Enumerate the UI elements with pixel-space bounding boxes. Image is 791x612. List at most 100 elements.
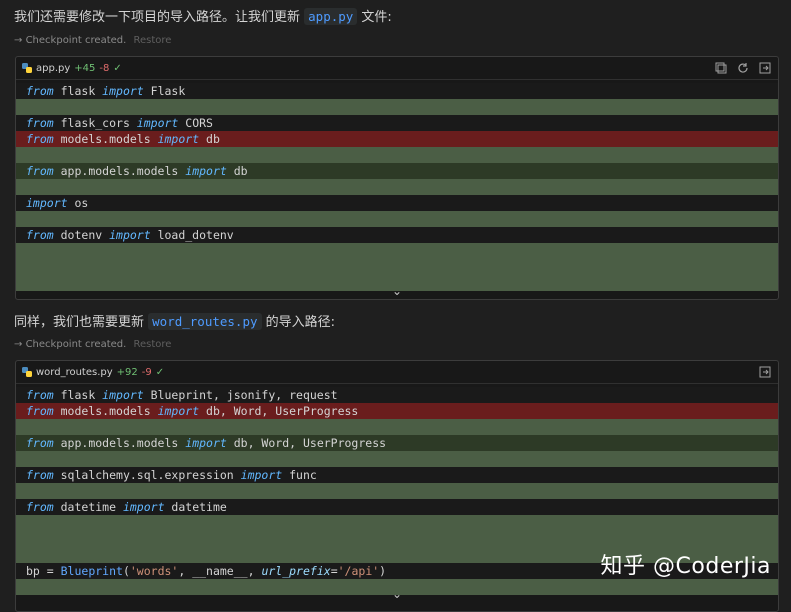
diff-line-plain: import os xyxy=(16,195,778,211)
inline-code-app-py[interactable]: app.py xyxy=(304,8,358,25)
diff-line-mod: from app.models.models import db xyxy=(16,163,778,179)
code-token: db, Word, UserProgress xyxy=(226,436,387,450)
inline-code-word-routes-py[interactable]: word_routes.py xyxy=(148,313,262,330)
code-keyword: import xyxy=(185,164,227,178)
diff-line-add xyxy=(16,483,778,499)
message-text: 我们还需要修改一下项目的导入路径。让我们更新 xyxy=(14,10,305,25)
code-keyword: import xyxy=(136,116,179,130)
panel-toolbar xyxy=(758,365,772,379)
restore-link[interactable]: Restore xyxy=(133,35,171,46)
code-token: sqlalchemy.sql.expression xyxy=(53,468,241,482)
check-icon: ✓ xyxy=(113,62,122,74)
arrow-right-icon: → xyxy=(14,35,23,46)
code-token: = xyxy=(330,564,338,578)
code-token: ) xyxy=(379,564,387,578)
added-count: +92 xyxy=(116,366,138,378)
apply-icon[interactable] xyxy=(758,61,772,75)
code-keyword: import xyxy=(185,436,227,450)
code-keyword: from xyxy=(26,500,54,514)
diff-line-add xyxy=(16,243,778,259)
diff-code: from flask import Flask from flask_cors i… xyxy=(16,83,778,291)
diff-panel-header: app.py +45 -8 ✓ xyxy=(16,57,778,80)
code-keyword: import xyxy=(102,388,144,402)
diff-line-add xyxy=(16,531,778,547)
checkpoint-2: → Checkpoint created. Restore xyxy=(14,339,171,350)
code-token: CORS xyxy=(178,116,213,130)
removed-count: -9 xyxy=(141,366,152,378)
restore-link[interactable]: Restore xyxy=(133,339,171,350)
code-token: models.models xyxy=(53,132,158,146)
diff-line-del: from models.models import db xyxy=(16,131,778,147)
chevron-down-icon[interactable]: ⌄ xyxy=(16,587,778,601)
code-keyword: from xyxy=(26,388,54,402)
apply-icon[interactable] xyxy=(758,365,772,379)
diff-line-plain: from flask import Blueprint, jsonify, re… xyxy=(16,387,778,403)
panel-toolbar xyxy=(714,61,772,75)
diff-line-add xyxy=(16,147,778,163)
code-keyword: import xyxy=(157,404,200,418)
code-keyword: import xyxy=(109,228,151,242)
python-file-icon xyxy=(22,63,32,73)
checkpoint-1: → Checkpoint created. Restore xyxy=(14,35,171,46)
diff-line-plain: from sqlalchemy.sql.expression import fu… xyxy=(16,467,778,483)
code-token: , __name__, xyxy=(178,564,262,578)
diff-panel-header: word_routes.py +92 -9 ✓ xyxy=(16,361,778,384)
code-token: ( xyxy=(122,564,130,578)
checkpoint-label: Checkpoint created. xyxy=(25,35,127,46)
code-token: flask xyxy=(53,84,103,98)
check-icon: ✓ xyxy=(155,366,165,378)
diff-line-add xyxy=(16,99,778,115)
chevron-down-icon[interactable]: ⌄ xyxy=(16,284,778,298)
diff-line-plain: from flask_cors import CORS xyxy=(16,115,778,131)
message-text: 的导入路径: xyxy=(261,315,336,330)
diff-filename[interactable]: word_routes.py xyxy=(36,367,113,378)
message-text: 同样，我们也需要更新 xyxy=(14,315,149,330)
code-token: 'words' xyxy=(129,564,179,578)
python-file-icon xyxy=(22,367,32,377)
arrow-right-icon: → xyxy=(14,339,23,350)
diff-line-add xyxy=(16,419,778,435)
diff-line-add xyxy=(16,515,778,531)
code-keyword: import xyxy=(102,84,144,98)
assistant-message-2: 同样，我们也需要更新 word_routes.py 的导入路径: xyxy=(14,311,335,330)
diff-panel-app-py: app.py +45 -8 ✓ from flask import Flask f… xyxy=(15,56,779,300)
code-keyword: from xyxy=(26,404,54,418)
refresh-icon[interactable] xyxy=(736,61,750,75)
code-token: '/api' xyxy=(337,564,380,578)
code-keyword: import xyxy=(157,132,200,146)
code-keyword: import xyxy=(240,468,283,482)
code-token: Flask xyxy=(143,84,186,98)
code-keyword: from xyxy=(26,468,54,482)
checkpoint-label: Checkpoint created. xyxy=(25,339,127,350)
code-token: datetime xyxy=(53,500,123,514)
code-keyword: from xyxy=(26,116,54,130)
code-keyword: from xyxy=(26,436,54,450)
code-keyword: import xyxy=(122,500,165,514)
code-token: os xyxy=(67,196,89,210)
code-token: dotenv xyxy=(53,228,110,242)
diff-line-plain: from flask import Flask xyxy=(16,83,778,99)
diff-line-add xyxy=(16,179,778,195)
code-token: app.models.models xyxy=(53,436,186,450)
diff-line-add xyxy=(16,211,778,227)
copy-icon[interactable] xyxy=(714,61,728,75)
code-token: models.models xyxy=(53,404,158,418)
code-token: Blueprint, jsonify, request xyxy=(143,388,338,402)
code-keyword: import xyxy=(26,196,68,210)
code-token: datetime xyxy=(164,500,227,514)
code-keyword: from xyxy=(26,164,54,178)
message-text: 文件: xyxy=(357,10,392,25)
diff-filename[interactable]: app.py xyxy=(36,63,70,74)
code-token: url_prefix xyxy=(261,564,331,578)
code-keyword: from xyxy=(26,132,54,146)
code-token: load_dotenv xyxy=(150,228,234,242)
code-token: app.models.models xyxy=(53,164,186,178)
diff-line-plain: from dotenv import load_dotenv xyxy=(16,227,778,243)
code-keyword: from xyxy=(26,228,54,242)
added-count: +45 xyxy=(74,62,96,74)
code-token: flask_cors xyxy=(53,116,137,130)
diff-line-del: from models.models import db, Word, User… xyxy=(16,403,778,419)
code-keyword: from xyxy=(26,84,54,98)
diff-line-add xyxy=(16,451,778,467)
code-token: db xyxy=(226,164,248,178)
